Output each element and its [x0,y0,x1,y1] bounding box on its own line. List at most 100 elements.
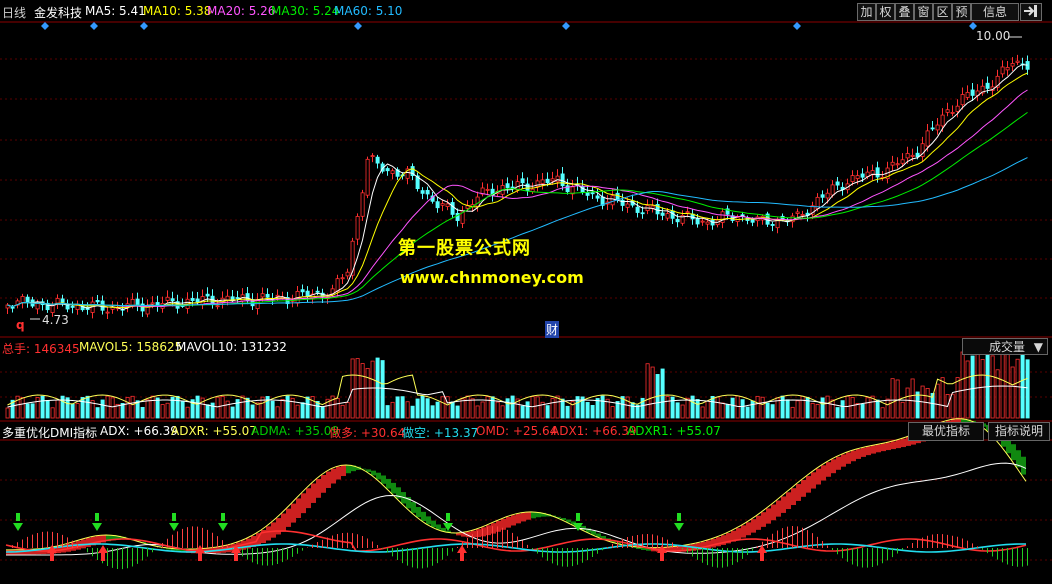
adx-fill-band [431,520,436,528]
adx-fill-band [821,465,826,481]
toolbar-button-die[interactable]: 叠 [895,3,914,21]
chart-canvas[interactable] [0,0,1052,584]
volume-bar [420,395,425,419]
candle-body [610,195,615,206]
adx-fill-band [766,508,771,524]
adx-fill-band [776,500,781,517]
volume-bar [70,403,75,419]
volume-bar [365,367,370,419]
volume-bar [890,378,895,419]
volume-bar [970,355,975,419]
adx-fill-band [521,512,526,522]
volume-bar [990,355,995,419]
buy-arrow-icon [757,545,767,561]
adx-fill-band [411,502,416,513]
best-indicator-button[interactable]: 最优指标 [908,422,984,441]
volume-bar [985,346,990,419]
candle-body [625,203,630,208]
adx-fill-band [316,479,321,498]
volume-bar [470,398,475,419]
volume-bar [240,395,245,419]
top-bar: 日线 金发科技 MA5: 5.41 MA10: 5.38 MA20: 5.26 … [0,0,1052,22]
volume-bar [75,403,80,419]
adx-fill-band [846,452,851,464]
adx-fill-band [311,483,316,503]
volume-bar [20,397,25,419]
ma5-value: MA5: 5.41 [85,4,146,18]
candle-body [850,175,855,183]
toolbar-button-jia[interactable]: 加 [857,3,876,21]
toolbar-button-quan[interactable]: 权 [876,3,895,21]
volume-bar [285,395,290,419]
volume-bar [500,405,505,419]
adx-fill-band [851,450,856,462]
candle-body [440,203,445,206]
volume-bar [1020,348,1025,419]
volume-bar [905,387,910,419]
indicator-help-button[interactable]: 指标说明 [988,422,1050,441]
volume-bar [435,401,440,419]
volume-bar [850,397,855,419]
buy-arrow-icon [457,545,467,561]
volume-bar [340,404,345,419]
volume-bar [940,377,945,419]
volume-bar [475,405,480,419]
candle-body [950,111,955,114]
adx-fill-band [471,530,476,538]
volume-bar [555,395,560,419]
volume-bar [180,400,185,419]
volume-bar [525,401,530,419]
candle-body [25,296,30,303]
volume-bar [935,383,940,419]
volume-bar [85,395,90,419]
volume-bar [295,404,300,419]
candle-body [50,305,55,313]
finance-marker[interactable]: 财 [545,321,560,338]
volume-bar [865,397,870,419]
volume-bar [390,401,395,419]
candle-body [260,293,265,298]
volume-bar [395,396,400,419]
toolbar-button-yu[interactable]: 预 [952,3,971,21]
adx-fill-band [516,513,521,524]
exit-right-icon[interactable] [1020,3,1042,21]
ma20-value: MA20: 5.26 [207,4,276,18]
toolbar-button-chuang[interactable]: 窗 [914,3,933,21]
adx-fill-band [856,449,861,459]
volume-bar [65,397,70,419]
adx-fill-band [756,515,761,530]
volume-bar [740,399,745,419]
adx-fill-band [346,464,351,474]
adx-fill-band [341,465,346,477]
toolbar-button-qu[interactable]: 区 [933,3,952,21]
indicator-name: 多重优化DMI指标 [2,426,98,440]
volume-bar [145,399,150,419]
candle-body [370,155,375,158]
watermark-url: www.chnmoney.com [400,268,584,287]
candle-body [485,188,490,191]
adx-fill-band [391,482,396,494]
adx-fill-band [381,475,386,484]
candle-body [505,183,510,188]
adma-line [6,462,1027,556]
candle-body [1010,63,1015,67]
adx-fill-band [791,488,796,506]
candle-body [640,212,645,215]
candle-body [585,192,590,196]
adx-fill-band [291,503,296,523]
candle-body [215,305,220,308]
candle-body [150,302,155,305]
volume-bar [275,406,280,419]
short-value: 做空: +13.37 [402,426,479,440]
volume-bar [845,395,850,419]
volume-bar [455,405,460,419]
candle-body [875,167,880,178]
candle-body [635,206,640,213]
volume-bar [450,401,455,419]
volume-bar [125,396,130,419]
volume-bar [60,395,65,419]
toolbar-button-info[interactable]: 信息 [971,3,1019,21]
candle-body [340,277,345,280]
diamond-marker-icon [562,22,570,30]
volume-select[interactable]: 成交量 ▼ [962,338,1048,355]
